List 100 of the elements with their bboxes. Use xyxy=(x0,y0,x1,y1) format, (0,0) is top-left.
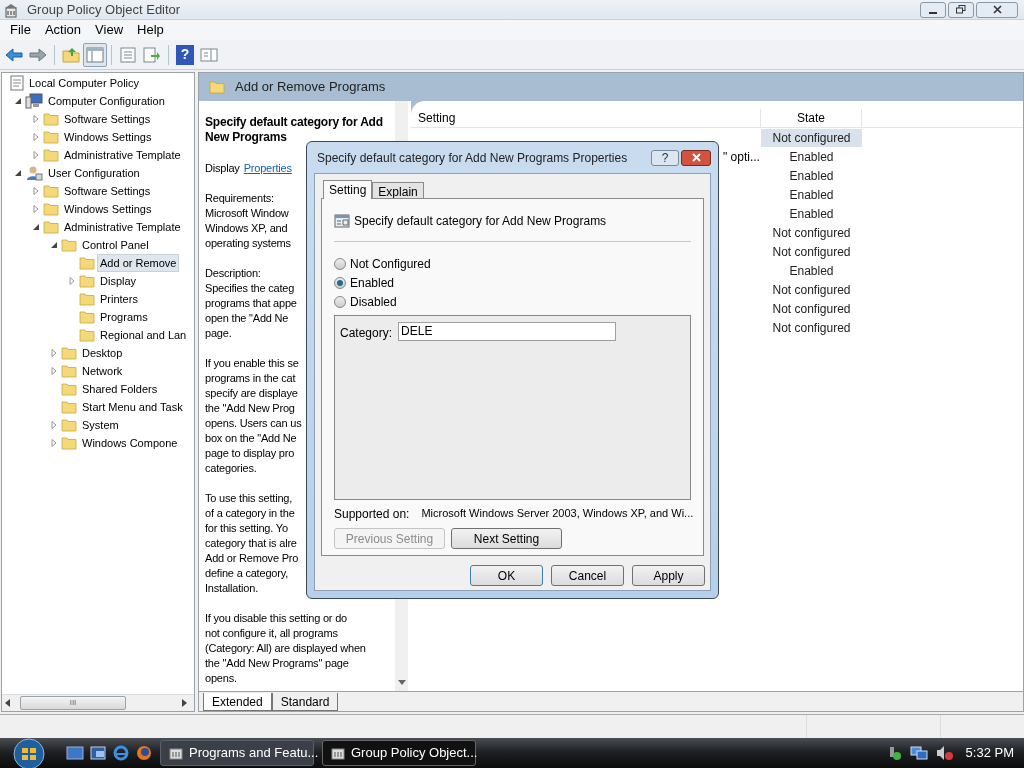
tree-item[interactable]: Local Computer Policy xyxy=(27,75,142,91)
category-field[interactable]: DELE xyxy=(398,322,617,341)
menu-item[interactable]: View xyxy=(88,20,131,40)
tree-item[interactable]: Display xyxy=(98,273,139,289)
state-cell[interactable]: Enabled xyxy=(761,166,862,185)
collapsed-arrow-icon[interactable] xyxy=(50,421,58,429)
help-button[interactable]: ? xyxy=(651,149,679,166)
scroll-down-icon[interactable] xyxy=(397,680,406,685)
tree-item[interactable]: Printers xyxy=(98,291,140,307)
user-icon xyxy=(25,165,43,181)
minimize-button[interactable] xyxy=(920,1,946,18)
radio-button[interactable] xyxy=(334,257,346,270)
collapsed-arrow-icon[interactable] xyxy=(32,115,40,123)
collapsed-arrow-icon[interactable] xyxy=(32,205,40,213)
fox-browser-icon[interactable] xyxy=(136,745,152,761)
tree-item[interactable]: User Configuration xyxy=(46,165,142,181)
browser-icon[interactable] xyxy=(112,745,130,761)
document-icon xyxy=(10,75,24,91)
tree-item[interactable]: Start Menu and Task xyxy=(80,399,185,415)
collapsed-arrow-icon[interactable] xyxy=(50,349,58,357)
dialog-button[interactable]: Apply xyxy=(632,565,705,586)
collapsed-arrow-icon[interactable] xyxy=(32,151,40,159)
tree-item[interactable]: Network xyxy=(80,363,125,379)
expanded-arrow-icon[interactable] xyxy=(50,241,58,249)
tree-item[interactable]: Administrative Template xyxy=(62,147,183,163)
radio-label[interactable]: Not Configured xyxy=(350,254,431,273)
menu-item[interactable]: File xyxy=(3,20,38,40)
column-header[interactable]: Setting xyxy=(411,109,761,127)
folder-icon xyxy=(61,436,77,450)
state-cell[interactable]: Enabled xyxy=(761,147,862,166)
tree-item[interactable]: Windows Compone xyxy=(80,435,180,451)
close-icon xyxy=(992,5,1002,14)
dialog-tab[interactable]: Setting xyxy=(323,180,373,199)
tree-item[interactable]: Administrative Template xyxy=(62,219,183,235)
collapsed-arrow-icon[interactable] xyxy=(32,133,40,141)
state-cell[interactable]: Not configured xyxy=(761,318,862,337)
collapsed-arrow-icon[interactable] xyxy=(50,367,58,375)
tree-item[interactable]: Shared Folders xyxy=(80,381,160,397)
state-cell[interactable]: Not configured xyxy=(761,128,862,147)
state-cell[interactable]: Not configured xyxy=(761,242,862,261)
dialog-button[interactable]: Cancel xyxy=(551,565,624,586)
expanded-arrow-icon[interactable] xyxy=(14,97,22,105)
tree-item[interactable]: Desktop xyxy=(80,345,125,361)
scrollbar-thumb[interactable]: III xyxy=(20,696,126,710)
tree-item[interactable]: Windows Settings xyxy=(62,201,154,217)
state-cell[interactable]: Not configured xyxy=(761,280,862,299)
state-cell[interactable]: Enabled xyxy=(761,185,862,204)
folder-icon xyxy=(79,328,95,342)
taskbar-button[interactable]: Group Policy Object... xyxy=(322,740,476,766)
collapsed-arrow-icon[interactable] xyxy=(50,439,58,447)
help-button[interactable]: ? xyxy=(176,44,194,65)
tree-item[interactable]: Add or Remove xyxy=(98,255,179,271)
windows-icon[interactable] xyxy=(90,746,106,760)
collapsed-arrow-icon[interactable] xyxy=(32,187,40,195)
category-label: Category: xyxy=(340,325,393,342)
tree-item[interactable]: Regional and Lan xyxy=(98,327,189,343)
tree-item[interactable]: Programs xyxy=(98,309,150,325)
folder-icon xyxy=(61,364,77,378)
expanded-arrow-icon[interactable] xyxy=(14,169,22,177)
description-line: programs in the cat xyxy=(205,371,296,386)
collapsed-arrow-icon[interactable] xyxy=(68,277,76,285)
state-cell[interactable]: Not configured xyxy=(761,299,862,318)
radio-button[interactable] xyxy=(334,276,346,289)
radio-button[interactable] xyxy=(334,295,346,308)
tree-item[interactable]: Software Settings xyxy=(62,183,153,199)
state-cell[interactable]: Not configured xyxy=(761,223,862,242)
tree-item[interactable]: Software Settings xyxy=(62,111,153,127)
tree-item[interactable]: System xyxy=(80,417,121,433)
restore-button[interactable] xyxy=(948,1,974,18)
expanded-arrow-icon[interactable] xyxy=(32,223,40,231)
folder-icon xyxy=(61,400,77,414)
radio-label[interactable]: Enabled xyxy=(350,273,395,292)
view-tab[interactable]: Extended xyxy=(203,693,272,711)
close-button[interactable] xyxy=(681,149,711,166)
state-cell[interactable]: Enabled xyxy=(761,204,862,223)
menu-item[interactable]: Action xyxy=(37,20,89,40)
clock[interactable]: 5:32 PM xyxy=(965,743,1014,763)
desktop-icon[interactable] xyxy=(66,746,84,760)
dialog-tab[interactable]: Explain xyxy=(372,182,424,198)
description-line: open the "Add Ne xyxy=(205,311,289,326)
tree-item[interactable]: Windows Settings xyxy=(62,129,154,145)
close-button[interactable] xyxy=(976,1,1018,18)
description-line: categories. xyxy=(205,461,257,476)
view-tab[interactable]: Standard xyxy=(271,693,339,711)
folder-icon xyxy=(79,274,95,288)
menu-item[interactable]: Help xyxy=(130,20,171,40)
policy-name: Specify default category for Add New Programs xyxy=(354,212,607,230)
description-line: Microsoft Window xyxy=(205,206,289,221)
network-icon[interactable] xyxy=(909,745,928,761)
description-line: Requirements: xyxy=(205,191,274,206)
dialog-button[interactable]: OK xyxy=(470,565,543,586)
column-header[interactable]: State xyxy=(761,109,862,127)
tree-pane-icon[interactable] xyxy=(83,42,107,67)
tree-item[interactable]: Computer Configuration xyxy=(46,93,167,109)
tree-item[interactable]: Control Panel xyxy=(80,237,151,253)
properties-link[interactable]: Properties xyxy=(243,161,292,176)
nav-button[interactable]: Next Setting xyxy=(451,528,562,549)
radio-label[interactable]: Disabled xyxy=(350,292,397,311)
muted-speaker-icon[interactable] xyxy=(935,745,954,761)
state-cell[interactable]: Enabled xyxy=(761,261,862,280)
